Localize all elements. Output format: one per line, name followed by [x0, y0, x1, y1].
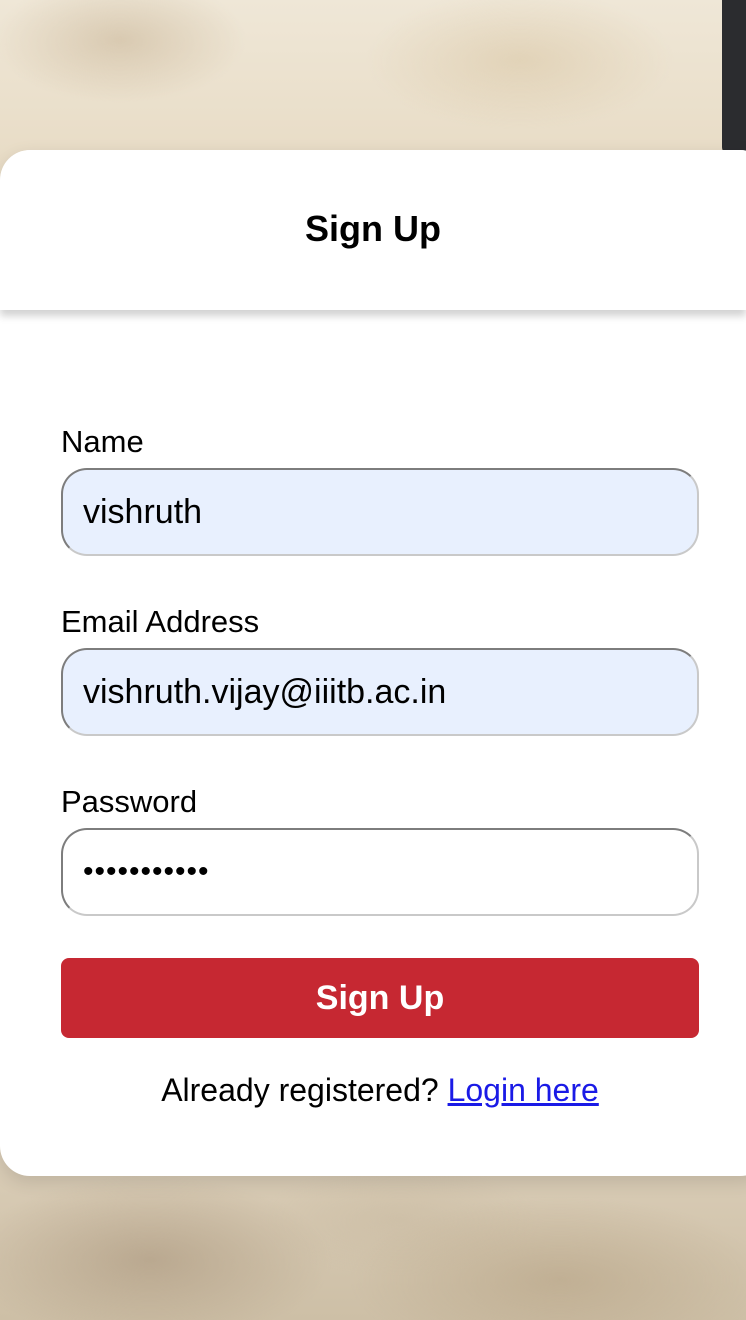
login-link[interactable]: Login here: [448, 1072, 599, 1108]
signup-card: Sign Up Name Email Address Password Sign…: [0, 150, 746, 1176]
login-prompt: Already registered? Login here: [0, 1072, 746, 1109]
email-label: Email Address: [61, 604, 260, 639]
password-input[interactable]: [61, 828, 699, 916]
card-header: Sign Up: [0, 150, 746, 310]
page-title: Sign Up: [305, 208, 441, 249]
window-edge-strip: [722, 0, 746, 155]
name-input[interactable]: [61, 468, 699, 556]
email-input[interactable]: [61, 648, 699, 736]
signup-button[interactable]: Sign Up: [61, 958, 699, 1038]
login-prompt-text: Already registered?: [161, 1072, 439, 1108]
password-label: Password: [61, 784, 198, 819]
name-label: Name: [61, 424, 144, 459]
